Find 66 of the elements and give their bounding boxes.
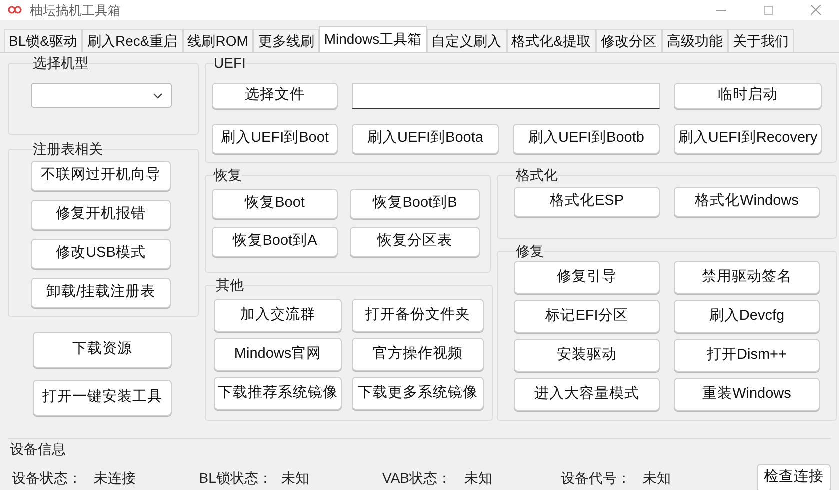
- group-title: 注册表相关: [33, 141, 103, 157]
- file-path-field[interactable]: [352, 83, 660, 109]
- close-icon[interactable]: [811, 5, 821, 15]
- action-button[interactable]: 刷入Devcfg: [674, 300, 820, 333]
- status-label: VAB状态：: [382, 468, 452, 488]
- action-button[interactable]: 加入交流群: [214, 299, 342, 332]
- action-button[interactable]: 安装驱动: [514, 339, 660, 372]
- status-label: 设备状态：: [12, 468, 83, 488]
- group-title: 选择机型: [33, 55, 89, 71]
- maximize-icon[interactable]: [764, 6, 773, 14]
- tab[interactable]: 线刷ROM: [182, 29, 254, 52]
- chevron-down-icon: [153, 92, 163, 98]
- action-button[interactable]: 进入大容量模式: [514, 378, 660, 411]
- action-button[interactable]: 恢复分区表: [350, 227, 480, 257]
- status-label: 设备代号：: [560, 468, 632, 488]
- action-button[interactable]: 下载推荐系统镜像: [214, 377, 342, 410]
- action-button[interactable]: 下载资源: [33, 332, 172, 368]
- tab[interactable]: 修改分区: [596, 29, 662, 52]
- action-button[interactable]: 格式化Windows: [674, 187, 820, 217]
- action-button[interactable]: 修改USB模式: [31, 239, 171, 269]
- action-button[interactable]: 官方操作视频: [352, 338, 484, 371]
- tab[interactable]: 高级功能: [662, 29, 728, 52]
- action-button[interactable]: 临时启动: [674, 83, 822, 109]
- action-button[interactable]: 下载更多系统镜像: [352, 377, 484, 410]
- status-value: 未连接: [94, 468, 136, 488]
- tab[interactable]: 关于我们: [728, 29, 794, 52]
- action-button[interactable]: 修复开机报错: [31, 200, 171, 230]
- action-button[interactable]: 不联网过开机向导: [31, 161, 171, 191]
- action-button[interactable]: 刷入UEFI到Boot: [212, 124, 338, 154]
- action-button[interactable]: 修复引导: [514, 261, 660, 294]
- action-button[interactable]: 打开一键安装工具: [33, 380, 172, 416]
- status-value: 未知: [464, 468, 493, 488]
- status-label: BL锁状态：: [199, 468, 274, 488]
- action-button[interactable]: Mindows官网: [214, 338, 342, 371]
- status-value: 未知: [642, 468, 671, 488]
- action-button[interactable]: 打开备份文件夹: [352, 299, 484, 332]
- model-dropdown[interactable]: [31, 83, 172, 108]
- action-button[interactable]: 恢复Boot到A: [212, 227, 338, 257]
- action-button[interactable]: 打开Dism++: [674, 339, 820, 372]
- action-button[interactable]: 刷入UEFI到Boota: [352, 124, 499, 154]
- tab[interactable]: 刷入Rec&重启: [82, 29, 183, 52]
- tab[interactable]: 更多线刷: [253, 29, 320, 52]
- action-button[interactable]: 恢复Boot: [212, 189, 338, 219]
- action-button[interactable]: 刷入UEFI到Recovery: [674, 124, 822, 154]
- action-button[interactable]: 格式化ESP: [514, 187, 660, 217]
- action-button[interactable]: 恢复Boot到B: [350, 189, 480, 219]
- window-title: 柚坛搞机工具箱: [30, 4, 121, 16]
- action-button[interactable]: 重装Windows: [674, 378, 820, 411]
- group-title: 其他: [216, 277, 244, 293]
- tab[interactable]: Mindows工具箱: [319, 26, 427, 52]
- action-button[interactable]: 禁用驱动签名: [674, 261, 820, 294]
- status-value: 未知: [281, 468, 310, 488]
- tab[interactable]: 格式化&提取: [506, 29, 596, 52]
- tab[interactable]: 自定义刷入: [426, 29, 507, 52]
- group-title: UEFI: [214, 55, 246, 71]
- tab[interactable]: BL锁&驱动: [4, 29, 82, 52]
- app-logo-icon: [8, 6, 22, 14]
- action-button[interactable]: 标记EFI分区: [514, 300, 660, 333]
- action-button[interactable]: 刷入UEFI到Bootb: [513, 124, 660, 154]
- group-title: 修复: [516, 243, 544, 259]
- action-button[interactable]: 选择文件: [212, 83, 338, 109]
- group-title: 格式化: [516, 167, 558, 183]
- group-title: 恢复: [214, 167, 242, 183]
- action-button[interactable]: 检查连接: [757, 464, 831, 490]
- action-button[interactable]: 卸载/挂载注册表: [31, 278, 171, 308]
- device-info-title: 设备信息: [9, 440, 67, 458]
